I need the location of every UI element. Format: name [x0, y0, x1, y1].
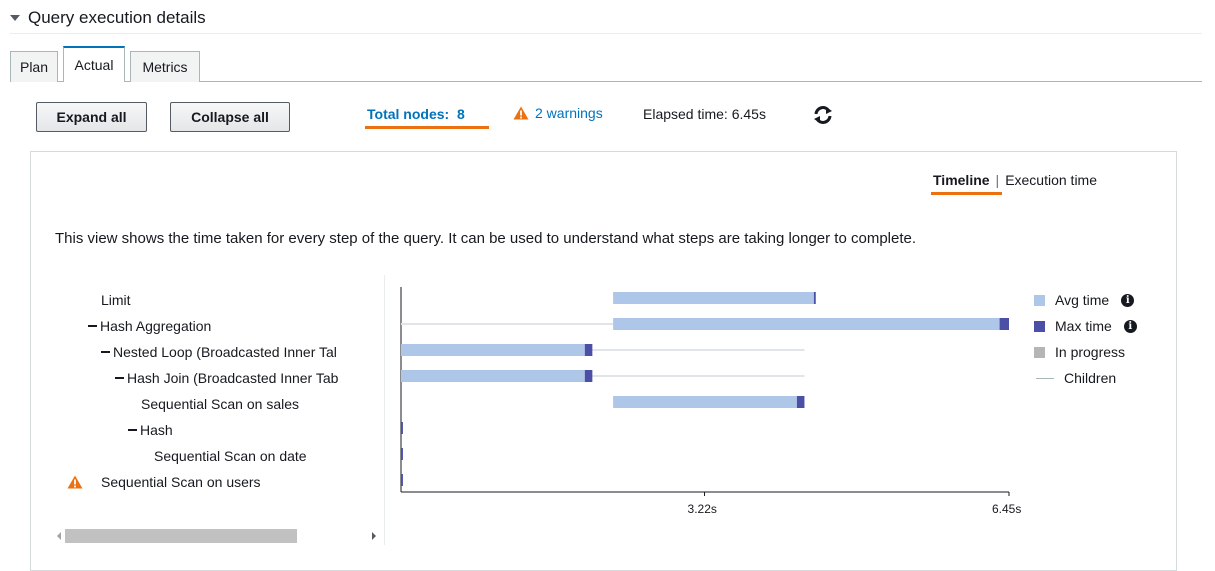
- info-icon[interactable]: i: [1121, 293, 1135, 307]
- max-time-bar: [401, 422, 403, 434]
- max-time-bar: [584, 344, 593, 356]
- max-time-bar: [999, 318, 1009, 330]
- legend-label: Children: [1064, 370, 1117, 386]
- x-tick-label: 3.22s: [687, 502, 717, 516]
- legend-swatch-max: [1034, 320, 1045, 332]
- max-time-bar: [796, 396, 805, 408]
- timeline-chart: [400, 287, 1010, 496]
- info-icon[interactable]: i: [1123, 319, 1137, 333]
- legend-max-time: Max time i: [1034, 318, 1137, 334]
- max-time-bar: [401, 474, 403, 486]
- avg-time-bar: [613, 396, 797, 408]
- legend-swatch-avg: [1034, 294, 1045, 306]
- legend-label: Avg time: [1055, 292, 1110, 308]
- legend-label: In progress: [1055, 344, 1126, 360]
- legend-label: Max time: [1055, 318, 1112, 334]
- avg-time-bar: [401, 344, 585, 356]
- x-tick-label: 6.45s: [992, 502, 1022, 516]
- max-time-bar: [584, 370, 593, 382]
- max-time-bar: [813, 292, 816, 304]
- legend-line-children: [1036, 377, 1054, 379]
- avg-time-bar: [613, 292, 814, 304]
- max-time-bar: [401, 448, 403, 460]
- avg-time-bar: [401, 370, 585, 382]
- avg-time-bar: [613, 318, 1000, 330]
- legend-avg-time: Avg time i: [1034, 292, 1135, 308]
- legend-children: Children: [1036, 370, 1116, 386]
- legend-swatch-progress: [1034, 346, 1045, 358]
- legend-in-progress: In progress: [1034, 344, 1125, 360]
